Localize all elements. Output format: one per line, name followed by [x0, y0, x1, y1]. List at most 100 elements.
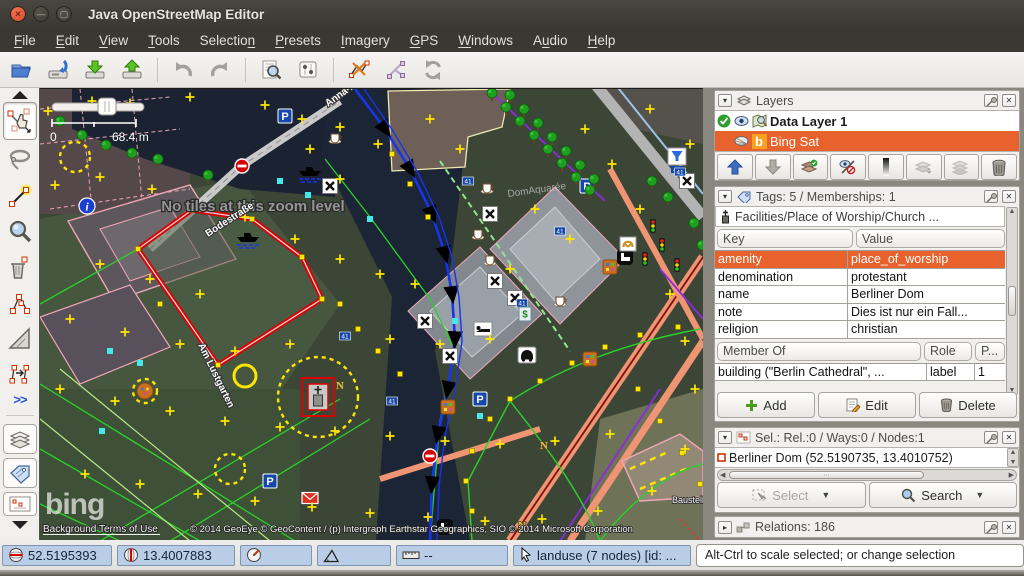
menu-edit[interactable]: Edit — [46, 30, 89, 51]
way-node-marker[interactable] — [470, 449, 475, 454]
minimize-window-icon[interactable]: — — [33, 6, 49, 22]
taxi-map-icon[interactable] — [518, 347, 536, 363]
way-node-marker[interactable] — [570, 361, 575, 366]
unglue-tool-button[interactable] — [3, 287, 37, 321]
restaurant-map-icon[interactable] — [483, 207, 498, 222]
preset-row[interactable]: Facilities/Place of Worship/Church ... — [715, 206, 1005, 227]
way-node-marker[interactable] — [636, 387, 641, 392]
plaque-map-icon[interactable] — [583, 352, 597, 366]
cup-map-icon[interactable] — [554, 297, 566, 307]
way-node-marker[interactable] — [250, 217, 255, 222]
highlighted-node-marker[interactable] — [477, 413, 483, 419]
delete-tool-button[interactable] — [3, 251, 37, 285]
value-column-header[interactable]: Value — [856, 229, 1005, 248]
menu-help[interactable]: Help — [578, 30, 626, 51]
pin-panel-icon[interactable] — [984, 190, 998, 203]
selection-item[interactable]: Berliner Dom (52.5190735, 13.4010752) — [715, 448, 1019, 467]
zoom-slider-thumb[interactable] — [98, 98, 116, 115]
layers-panel-toggle[interactable] — [3, 424, 37, 454]
dropdown-arrow-icon[interactable]: ▼ — [821, 490, 830, 500]
add-tag-button[interactable]: Add — [717, 392, 815, 418]
restaurant-map-icon[interactable] — [323, 179, 338, 194]
layer-move-up-button[interactable] — [717, 154, 753, 180]
tag-row[interactable]: nameBerliner Dom — [715, 286, 1005, 304]
edit-tag-button[interactable]: Edit — [818, 392, 916, 418]
way-node-marker[interactable] — [538, 379, 543, 384]
collapse-panel-button[interactable]: ▾ — [718, 431, 732, 444]
way-node-marker[interactable] — [300, 255, 305, 260]
menu-file[interactable]: File — [4, 30, 46, 51]
way-node-marker[interactable] — [680, 451, 685, 456]
way-node-marker[interactable] — [470, 509, 475, 514]
delete-tag-button[interactable]: Delete — [919, 392, 1017, 418]
parking-map-icon[interactable] — [263, 474, 277, 488]
highlighted-node-marker[interactable] — [137, 360, 143, 366]
way-node-marker[interactable] — [464, 479, 469, 484]
menu-audio[interactable]: Audio — [523, 30, 578, 51]
way-node-marker[interactable] — [398, 372, 403, 377]
way-node-marker[interactable] — [508, 397, 513, 402]
lasso-tool-button[interactable] — [3, 143, 37, 177]
way-node-marker[interactable] — [676, 325, 681, 330]
way-node-marker[interactable] — [356, 327, 361, 332]
terms-of-use-link[interactable]: Background Terms of Use — [43, 524, 158, 535]
way-node-marker[interactable] — [488, 417, 493, 422]
combine-way-button[interactable] — [381, 55, 411, 85]
scroll-up-icon[interactable]: ▲ — [1009, 208, 1016, 215]
highlighted-node-marker[interactable] — [452, 318, 458, 324]
way-node-marker[interactable] — [158, 302, 163, 307]
collapse-toolbar-down-button[interactable] — [3, 520, 37, 530]
cup-map-icon[interactable] — [472, 230, 484, 240]
selection-panel-toggle[interactable] — [3, 492, 37, 516]
search-button[interactable]: Search▼ — [869, 482, 1018, 508]
p41-map-icon[interactable] — [340, 332, 351, 341]
menu-selection[interactable]: Selection — [190, 30, 266, 51]
close-panel-icon[interactable]: ✕ — [1002, 431, 1016, 444]
tag-row[interactable]: noteDies ist nur ein Fall... — [715, 304, 1005, 322]
menu-tools[interactable]: Tools — [138, 30, 190, 51]
upload-button[interactable] — [117, 55, 147, 85]
layer-visible-eye-icon[interactable] — [734, 115, 749, 127]
ocircle-map-icon[interactable] — [137, 383, 153, 399]
p41-map-icon[interactable] — [675, 168, 686, 177]
pin-panel-icon[interactable] — [984, 521, 998, 534]
menu-windows[interactable]: Windows — [448, 30, 523, 51]
atm-map-icon[interactable] — [519, 307, 531, 321]
p41-map-icon[interactable] — [517, 299, 528, 308]
highlighted-node-marker[interactable] — [99, 428, 105, 434]
parking-map-icon[interactable] — [278, 109, 292, 123]
cup-map-icon[interactable] — [481, 184, 493, 194]
update-data-button[interactable] — [418, 55, 448, 85]
envelope-map-icon[interactable] — [302, 493, 318, 504]
scroll-right-icon[interactable]: ▶ — [1009, 471, 1014, 479]
map-canvas[interactable]: P i 41 41 $ — [40, 88, 703, 540]
noentry-map-icon[interactable] — [235, 159, 249, 173]
collapse-panel-button[interactable]: ▾ — [718, 190, 732, 203]
p41-map-icon[interactable] — [555, 227, 566, 236]
key-column-header[interactable]: Key — [717, 229, 853, 248]
layer-duplicate-button[interactable] — [906, 154, 942, 180]
way-node-marker[interactable] — [603, 345, 608, 350]
highlighted-node-marker[interactable] — [367, 216, 373, 222]
select-button[interactable]: Select▼ — [717, 482, 866, 508]
p41-map-icon[interactable] — [387, 397, 398, 406]
tag-row[interactable]: denominationprotestant — [715, 269, 1005, 287]
layer-delete-button[interactable] — [981, 154, 1017, 180]
way-node-marker[interactable] — [658, 419, 663, 424]
way-node-marker[interactable] — [320, 297, 325, 302]
parallel-way-tool-button[interactable] — [3, 357, 37, 391]
tag-row[interactable]: amenityplace_of_worship — [715, 251, 1005, 269]
open-button[interactable] — [6, 55, 36, 85]
zoom-tool-button[interactable] — [3, 215, 37, 249]
menu-presets[interactable]: Presets — [265, 30, 331, 51]
layer-merge-button[interactable] — [793, 154, 829, 180]
plaque-map-icon[interactable] — [441, 400, 455, 414]
tlight-map-icon[interactable] — [659, 238, 665, 252]
scroll-left-icon[interactable]: ◀ — [720, 471, 725, 479]
dropdown-arrow-icon[interactable]: ▼ — [975, 490, 984, 500]
pin-panel-icon[interactable] — [984, 431, 998, 444]
tlight-map-icon[interactable] — [650, 219, 656, 233]
layer-row-bing[interactable]: b Bing Sat — [715, 131, 1019, 151]
cup-map-icon[interactable] — [329, 134, 341, 144]
way-node-marker[interactable] — [376, 349, 381, 354]
